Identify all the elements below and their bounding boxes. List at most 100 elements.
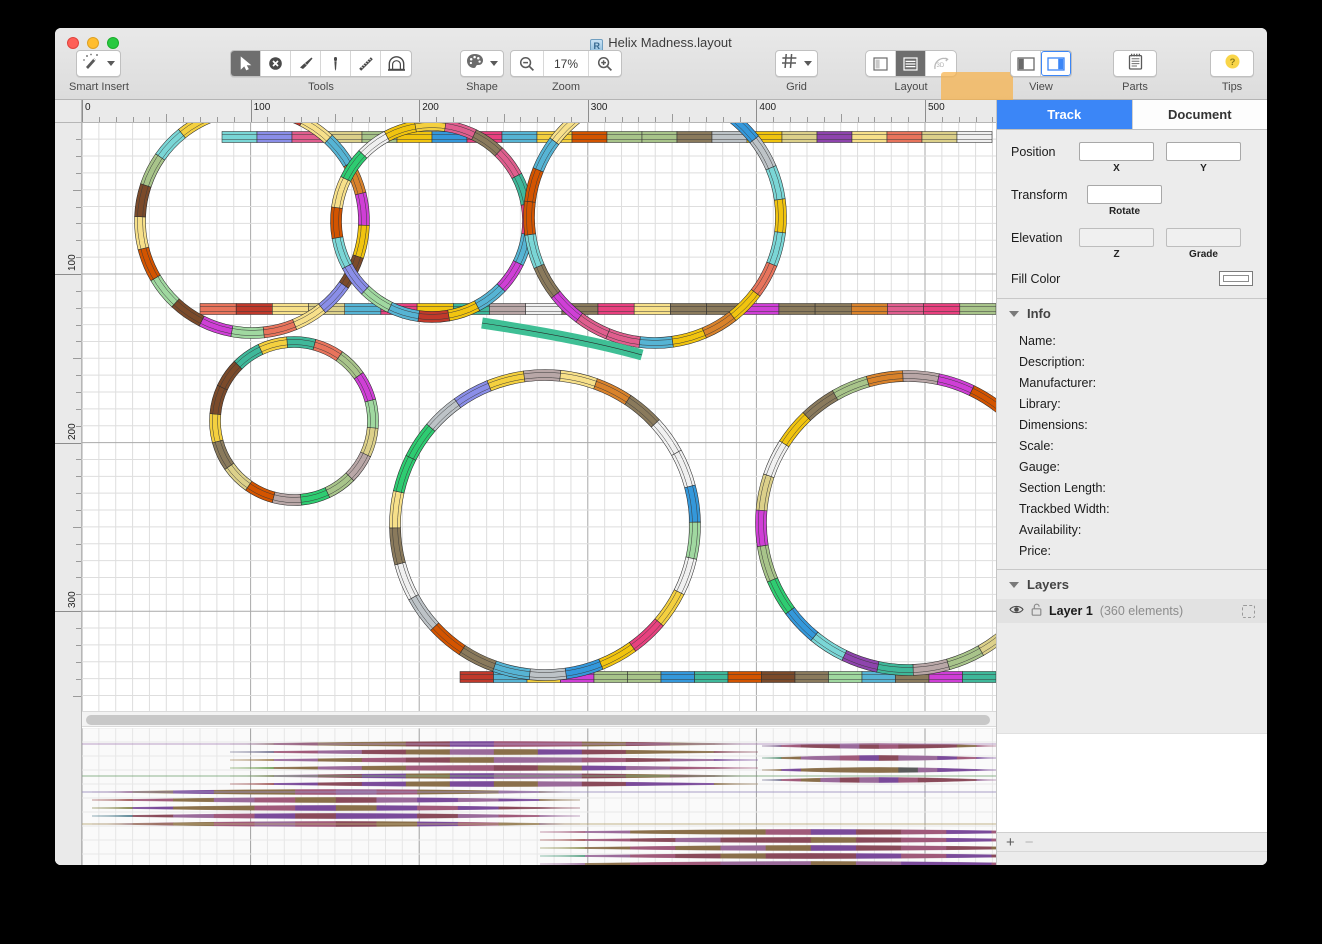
smart-insert-button[interactable]: [76, 50, 122, 77]
add-layer-button[interactable]: +: [1006, 834, 1015, 851]
info-row: Manufacturer:: [1019, 375, 1097, 390]
sidebar-left-icon[interactable]: [1011, 51, 1041, 76]
info-row: Library:: [1019, 396, 1061, 411]
disclosure-triangle-icon[interactable]: [1009, 581, 1019, 588]
layers-toolbar: + −: [997, 832, 1267, 851]
ruler-icon[interactable]: [351, 51, 381, 76]
ruler-major-tick: [55, 611, 81, 613]
position-y-input[interactable]: [1166, 142, 1241, 161]
profile-strand: [229, 781, 759, 787]
arrow-select-icon[interactable]: [231, 51, 261, 76]
elevation-profile-view[interactable]: [82, 728, 996, 865]
ruler-minor-tick: [73, 526, 81, 528]
toolbar-group-tips: ? Tips: [1210, 50, 1254, 93]
profile-strand: [539, 837, 996, 843]
zoom-in-icon[interactable]: [588, 51, 621, 76]
disclosure-triangle-icon[interactable]: [1009, 310, 1019, 317]
horizontal-ruler[interactable]: 0 100 200 300 400 500: [82, 100, 996, 123]
elevation-profile-drawing: [82, 728, 996, 865]
ruler-corner: [55, 100, 82, 123]
elevation-z-input[interactable]: [1079, 228, 1154, 247]
layers-section-title: Layers: [1027, 577, 1069, 592]
3d-view-icon[interactable]: 3D: [926, 51, 956, 76]
info-section-header[interactable]: Info: [997, 299, 1267, 328]
elevation-grade-cell: Grade: [1166, 228, 1241, 260]
position-row: Position X Y: [1011, 142, 1253, 174]
document-title-text: Helix Madness.layout: [608, 35, 732, 50]
track-properties-form: Position X Y Transform Rotate Elevation …: [997, 130, 1267, 299]
position-x-input[interactable]: [1079, 142, 1154, 161]
info-row: Trackbed Width:: [1019, 501, 1110, 516]
chevron-down-icon: [490, 61, 498, 66]
position-y-cell: Y: [1166, 142, 1241, 174]
scrollbar-thumb[interactable]: [86, 715, 990, 725]
zoom-out-icon[interactable]: [511, 51, 544, 76]
ruler-label: 400: [759, 102, 777, 113]
list-layout-icon[interactable]: [896, 51, 926, 76]
elevation-grade-input[interactable]: [1166, 228, 1241, 247]
ruler-major-tick: [419, 100, 421, 122]
tips-button[interactable]: ?: [1210, 50, 1254, 77]
ruler-label: 500: [928, 102, 945, 113]
tips-label: Tips: [1221, 81, 1243, 93]
shape-button[interactable]: [460, 50, 504, 77]
remove-layer-button[interactable]: −: [1025, 834, 1034, 851]
tunnel-icon[interactable]: [381, 51, 411, 76]
magic-wand-icon: [82, 53, 101, 75]
page-layout-icon[interactable]: [866, 51, 896, 76]
tab-track[interactable]: Track: [997, 100, 1133, 129]
unlocked-padlock-icon[interactable]: [1031, 603, 1042, 619]
smart-insert-label: Smart Insert: [69, 81, 129, 93]
plan-view[interactable]: [82, 123, 996, 711]
position-label: Position: [1011, 145, 1056, 159]
profile-strand: [91, 805, 581, 811]
zoom-level-value[interactable]: 17%: [544, 57, 588, 71]
paintbrush-icon[interactable]: [291, 51, 321, 76]
inspector-tabs: Track Document: [997, 100, 1267, 130]
profile-strand: [761, 777, 996, 783]
ruler-major-tick: [250, 100, 252, 122]
ruler-major-tick: [756, 100, 758, 122]
sidebar-right-icon[interactable]: [1041, 51, 1071, 76]
view-label: View: [1029, 81, 1053, 93]
plan-horizontal-scrollbar[interactable]: [82, 711, 996, 727]
grid-label: Grid: [786, 81, 807, 93]
transform-row: Transform Rotate: [1011, 185, 1253, 217]
ruler-label: 300: [590, 102, 608, 113]
rotate-input[interactable]: [1087, 185, 1162, 204]
profile-strand: [229, 757, 759, 763]
eyedropper-icon[interactable]: [321, 51, 351, 76]
delete-circle-icon[interactable]: [261, 51, 291, 76]
info-row: Gauge:: [1019, 459, 1061, 474]
info-row: Availability:: [1019, 522, 1082, 537]
layers-empty-area: [997, 733, 1267, 832]
info-row: Section Length:: [1019, 480, 1106, 495]
inspector-footer: [997, 851, 1267, 865]
grid-button[interactable]: [775, 50, 818, 77]
view-segmented-control: [1010, 50, 1072, 77]
layers-section-header[interactable]: Layers: [997, 570, 1267, 599]
layout-segmented-control: 3D: [865, 50, 957, 77]
toolbar: R Helix Madness.layout Smart Insert Tool…: [55, 28, 1267, 124]
eye-icon[interactable]: [1009, 604, 1024, 618]
info-row: Name:: [1019, 333, 1056, 348]
toolbar-group-smart-insert: Smart Insert: [69, 50, 129, 93]
ruler-major-tick: [587, 100, 589, 122]
track-plan-drawing: [82, 123, 996, 711]
elevation-z-cell: Z: [1079, 228, 1154, 260]
track-loop[interactable]: [209, 336, 379, 506]
parts-label: Parts: [1122, 81, 1148, 93]
ruler-major-tick: [55, 442, 81, 444]
profile-strand: [91, 813, 581, 819]
toolbar-group-zoom: 17% Zoom: [510, 50, 622, 93]
fill-color-swatch[interactable]: [1219, 271, 1253, 286]
selection-box-icon[interactable]: [1242, 604, 1255, 618]
track-loop[interactable]: [755, 370, 997, 676]
parts-button[interactable]: [1113, 50, 1157, 77]
info-row: Scale:: [1019, 438, 1054, 453]
ruler-minor-tick: [73, 695, 81, 697]
layer-row[interactable]: Layer 1 (360 elements): [997, 599, 1267, 623]
notepad-icon: [1128, 53, 1143, 75]
tab-document[interactable]: Document: [1132, 100, 1267, 129]
fill-color-label: Fill Color: [1011, 271, 1061, 286]
